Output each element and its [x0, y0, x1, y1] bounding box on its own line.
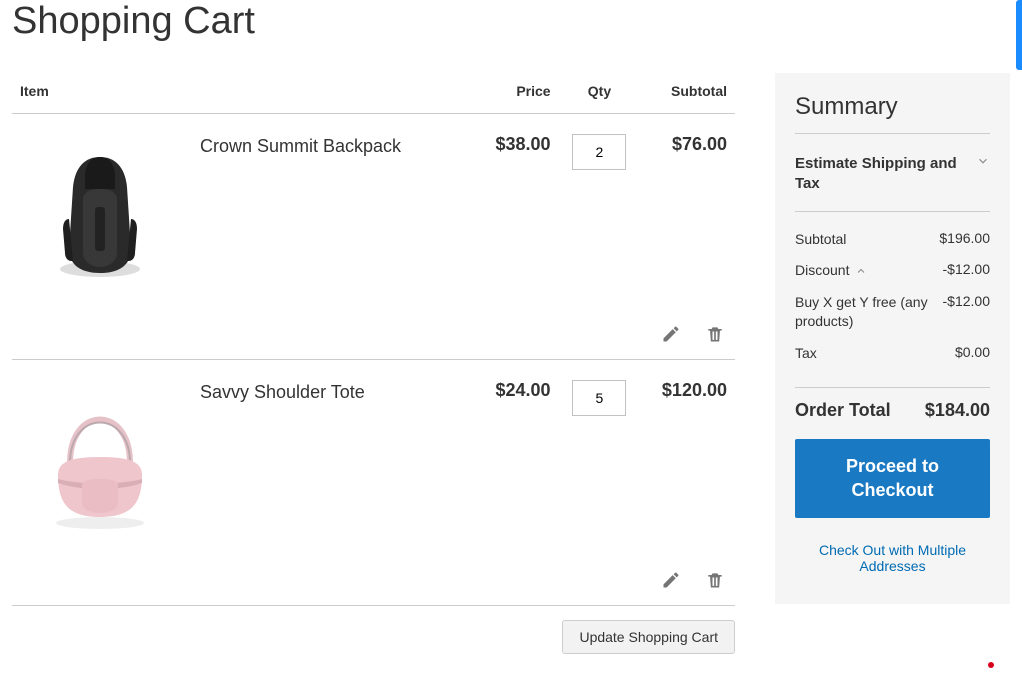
- column-header-qty: Qty: [559, 73, 641, 114]
- proceed-to-checkout-button[interactable]: Proceed to Checkout: [795, 439, 990, 518]
- cart-table: Item Price Qty Subtotal: [12, 73, 735, 606]
- totals-block: Subtotal $196.00 Discount -$12.00 Buy X …: [795, 212, 990, 382]
- product-name[interactable]: Crown Summit Backpack: [200, 134, 401, 294]
- item-price: $24.00: [476, 360, 559, 551]
- cart-item-row: Savvy Shoulder Tote $24.00 $120.00: [12, 360, 735, 606]
- multiple-addresses-link[interactable]: Check Out with Multiple Addresses: [819, 542, 966, 574]
- item-subtotal: $120.00: [640, 360, 735, 551]
- update-cart-button[interactable]: Update Shopping Cart: [562, 620, 735, 654]
- discount-value: -$12.00: [943, 261, 990, 277]
- discount-toggle[interactable]: Discount: [795, 261, 867, 281]
- discount-label: Discount: [795, 261, 849, 281]
- order-total-label: Order Total: [795, 400, 891, 421]
- tax-label: Tax: [795, 344, 817, 364]
- subtotal-label: Subtotal: [795, 230, 846, 250]
- notification-dot-icon: [988, 662, 994, 668]
- column-header-subtotal: Subtotal: [640, 73, 735, 114]
- order-total-value: $184.00: [925, 400, 990, 421]
- qty-input[interactable]: [572, 134, 626, 170]
- column-header-price: Price: [476, 73, 559, 114]
- column-header-item: Item: [12, 73, 476, 114]
- product-image[interactable]: [20, 134, 180, 294]
- qty-input[interactable]: [572, 380, 626, 416]
- estimate-shipping-toggle[interactable]: Estimate Shipping and Tax: [795, 152, 990, 212]
- remove-item-icon[interactable]: [705, 324, 727, 346]
- product-name[interactable]: Savvy Shoulder Tote: [200, 380, 365, 540]
- page-title: Shopping Cart: [12, 0, 1010, 43]
- estimate-shipping-label: Estimate Shipping and Tax: [795, 154, 965, 195]
- chevron-up-icon: [855, 265, 867, 277]
- cart-items-section: Item Price Qty Subtotal: [12, 73, 735, 654]
- product-image[interactable]: [20, 380, 180, 540]
- item-price: $38.00: [476, 114, 559, 305]
- discount-detail-value: -$12.00: [943, 293, 990, 309]
- summary-sidebar: Summary Estimate Shipping and Tax Subtot…: [775, 73, 1010, 604]
- summary-title: Summary: [795, 93, 990, 134]
- discount-detail-label: Buy X get Y free (any products): [795, 293, 943, 332]
- tax-value: $0.00: [955, 344, 990, 360]
- item-subtotal: $76.00: [640, 114, 735, 305]
- edit-item-icon[interactable]: [661, 570, 683, 592]
- cart-item-row: Crown Summit Backpack $38.00 $76.00: [12, 114, 735, 360]
- chevron-down-icon: [976, 154, 990, 168]
- remove-item-icon[interactable]: [705, 570, 727, 592]
- edit-item-icon[interactable]: [661, 324, 683, 346]
- subtotal-value: $196.00: [939, 230, 990, 246]
